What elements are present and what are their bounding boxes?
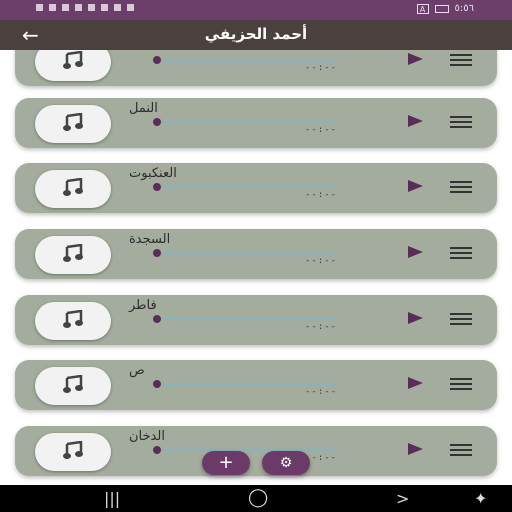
app-bar: ← أحمد الحزيفي — [0, 20, 512, 50]
settings-gear-button[interactable]: ⚙ — [262, 451, 310, 475]
notification-icon — [75, 4, 82, 11]
play-icon[interactable] — [408, 246, 423, 258]
surah-name: النمل — [129, 101, 158, 116]
time-label: --:-- — [305, 63, 338, 73]
notification-icon — [127, 4, 134, 11]
play-icon[interactable] — [408, 180, 423, 192]
notification-icon — [114, 4, 121, 11]
time-label: --:-- — [305, 322, 338, 332]
progress-handle[interactable] — [153, 380, 161, 388]
progress-handle[interactable] — [153, 118, 161, 126]
battery-icon — [434, 4, 449, 13]
music-note-icon — [35, 236, 111, 274]
progress-track[interactable] — [161, 121, 335, 123]
drag-handle-icon[interactable] — [450, 444, 472, 456]
surah-name: فاطر — [129, 298, 157, 313]
drag-handle-icon[interactable] — [450, 313, 472, 325]
play-icon[interactable] — [408, 312, 423, 324]
system-nav-bar: ||| ◯ > ✦ — [0, 485, 512, 512]
progress-handle[interactable] — [153, 446, 161, 454]
indicator-icon: A — [416, 3, 429, 14]
status-right: A ٥:٥٦ — [416, 3, 474, 14]
clock: ٥:٥٦ — [454, 3, 474, 14]
music-note-icon — [35, 170, 111, 208]
notification-icon — [101, 4, 108, 11]
notification-icon — [49, 4, 56, 11]
progress-handle[interactable] — [153, 183, 161, 191]
surah-card[interactable]: --:-- — [15, 50, 497, 86]
progress-handle[interactable] — [153, 315, 161, 323]
progress-handle[interactable] — [153, 56, 161, 64]
status-bar: A ٥:٥٦ — [0, 0, 512, 20]
notification-icon — [62, 4, 69, 11]
progress-track[interactable] — [161, 59, 335, 61]
add-button[interactable]: + — [202, 451, 250, 475]
page-title: أحمد الحزيفي — [204, 25, 308, 43]
recents-icon[interactable]: ||| — [104, 489, 120, 508]
surah-card[interactable]: العنكبوت --:-- — [15, 163, 497, 213]
time-label: --:-- — [305, 190, 338, 200]
progress-track[interactable] — [161, 252, 335, 254]
drag-handle-icon[interactable] — [450, 378, 472, 390]
surah-card[interactable]: السجدة --:-- — [15, 229, 497, 279]
progress-track[interactable] — [161, 186, 335, 188]
time-label: --:-- — [305, 125, 338, 135]
surah-card[interactable]: النمل --:-- — [15, 98, 497, 148]
play-icon[interactable] — [408, 53, 423, 65]
notification-icon — [36, 4, 43, 11]
time-label: --:-- — [305, 256, 338, 266]
drag-handle-icon[interactable] — [450, 247, 472, 259]
progress-track[interactable] — [161, 449, 335, 451]
notification-icon — [88, 4, 95, 11]
surah-card[interactable]: الدخان --:-- — [15, 426, 497, 476]
play-icon[interactable] — [408, 443, 423, 455]
drag-handle-icon[interactable] — [450, 116, 472, 128]
surah-list[interactable]: --:-- النمل --:-- العنكبوت --:-- السجدة … — [0, 50, 512, 485]
surah-name: الدخان — [129, 429, 165, 444]
progress-handle[interactable] — [153, 249, 161, 257]
music-note-icon — [35, 367, 111, 405]
time-label: --:-- — [305, 387, 338, 397]
music-note-icon — [35, 433, 111, 471]
surah-name: ص — [129, 363, 145, 378]
accessibility-icon[interactable]: ✦ — [474, 489, 487, 508]
music-note-icon — [35, 302, 111, 340]
play-icon[interactable] — [408, 115, 423, 127]
back-nav-icon[interactable]: > — [396, 489, 409, 508]
drag-handle-icon[interactable] — [450, 181, 472, 193]
music-note-icon — [35, 50, 111, 81]
drag-handle-icon[interactable] — [450, 54, 472, 66]
home-icon[interactable]: ◯ — [248, 487, 268, 508]
surah-card[interactable]: ص --:-- — [15, 360, 497, 410]
progress-track[interactable] — [161, 318, 335, 320]
music-note-icon — [35, 105, 111, 143]
progress-track[interactable] — [161, 383, 335, 385]
play-icon[interactable] — [408, 377, 423, 389]
surah-name: السجدة — [129, 232, 171, 247]
surah-card[interactable]: فاطر --:-- — [15, 295, 497, 345]
notification-icons — [36, 4, 134, 11]
surah-name: العنكبوت — [129, 166, 177, 181]
